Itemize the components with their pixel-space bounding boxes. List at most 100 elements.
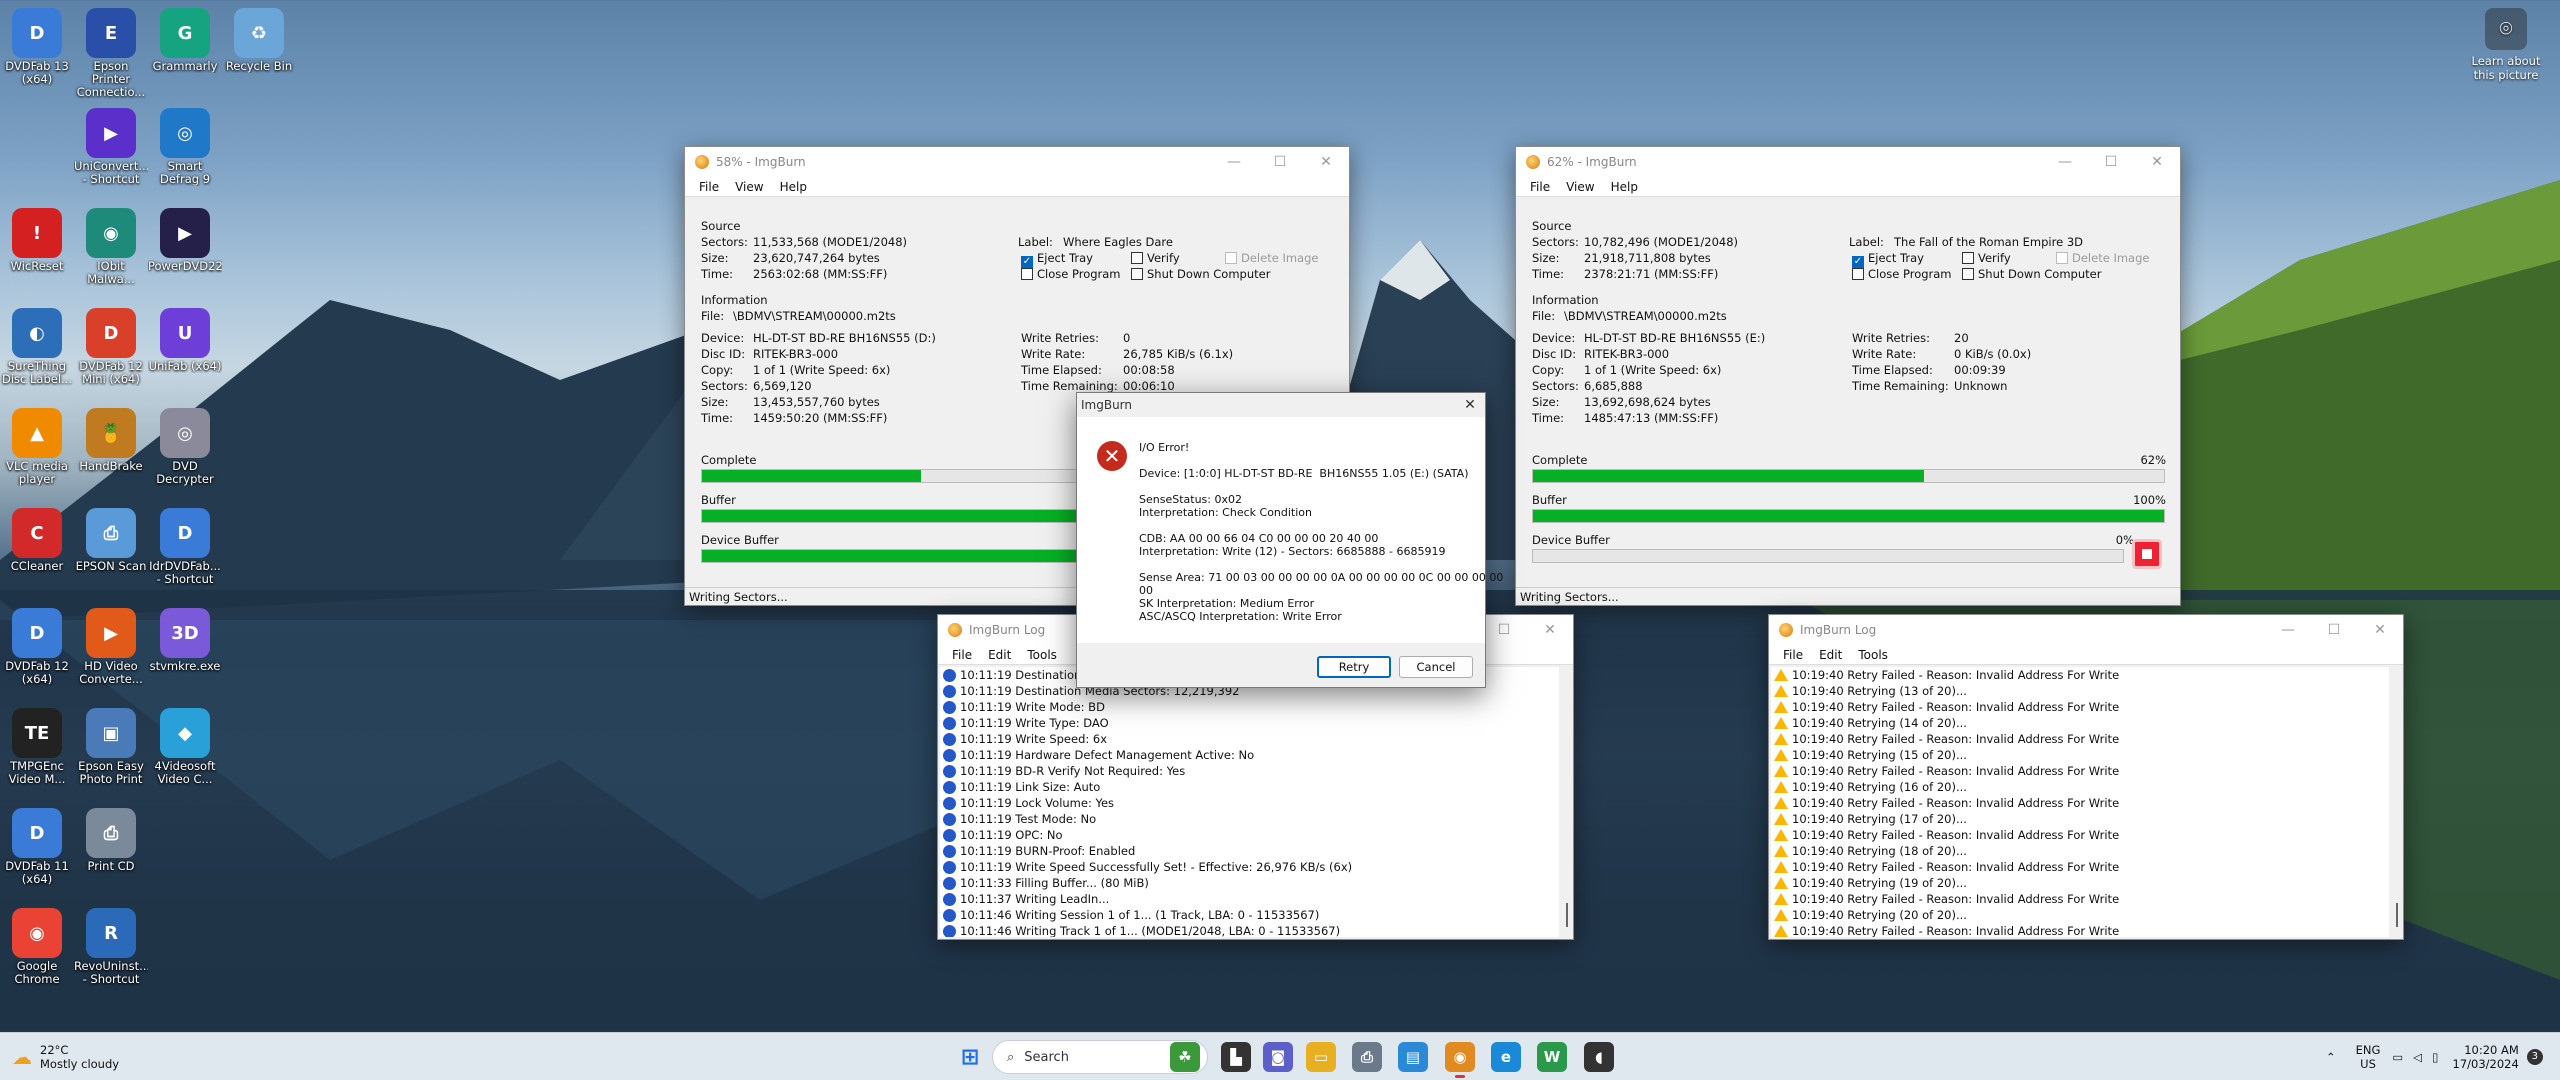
- file-explorer-icon[interactable]: ▭: [1306, 1042, 1336, 1072]
- weather-widget[interactable]: ☁ 22°C Mostly cloudy: [12, 1033, 119, 1080]
- dialog-close-icon[interactable]: ✕: [1455, 393, 1485, 417]
- menu-edit[interactable]: Edit: [1811, 648, 1850, 662]
- eject-tray-checkbox[interactable]: ✓ Eject Tray: [1021, 251, 1093, 268]
- eject-tray-checkbox[interactable]: ✓ Eject Tray: [1852, 251, 1924, 268]
- desktop-icon-recycle-bin[interactable]: ♻ Recycle Bin: [222, 4, 296, 100]
- menu-help[interactable]: Help: [772, 180, 815, 194]
- uniconverter-taskbar-icon[interactable]: W: [1537, 1042, 1567, 1072]
- warning-icon: [1774, 685, 1788, 697]
- log-list[interactable]: 10:11:19 Destination Media Type: BD-R (D…: [940, 667, 1559, 937]
- close-program-checkbox[interactable]: Close Program: [1852, 267, 1952, 281]
- menu-view[interactable]: View: [727, 180, 771, 194]
- close-icon[interactable]: ✕: [2357, 615, 2403, 645]
- minimize-icon[interactable]: —: [1211, 147, 1257, 177]
- log-line: 10:19:40 Retry Failed - Reason: Invalid …: [1771, 891, 2389, 907]
- menu-file[interactable]: File: [1522, 180, 1558, 194]
- close-icon[interactable]: ✕: [2134, 147, 2180, 177]
- maximize-icon[interactable]: ☐: [1257, 147, 1303, 177]
- io-error-dialog[interactable]: ImgBurn ✕ ✕ I/O Error! Device: [1:0:0] H…: [1076, 392, 1503, 688]
- imgburn-icon[interactable]: ◉: [1445, 1042, 1475, 1078]
- desktop-icon-dvdfab-mini[interactable]: D DVDFab 12 Mini (x64): [74, 304, 148, 400]
- audio-icon[interactable]: ◖: [1584, 1042, 1614, 1072]
- desktop-icon-stvmkre[interactable]: 3D stvmkre.exe: [148, 604, 222, 700]
- stop-icon[interactable]: [2132, 539, 2162, 569]
- desktop-icon-handbrake[interactable]: 🍍 HandBrake: [74, 404, 148, 500]
- desktop-icon-dvd-decrypter[interactable]: ◎ DVD Decrypter: [148, 404, 222, 500]
- start-icon[interactable]: ⊞: [955, 1042, 985, 1072]
- menu-file[interactable]: File: [691, 180, 727, 194]
- menu-tools[interactable]: Tools: [1019, 648, 1065, 662]
- epson-printer-icon: E: [86, 8, 136, 58]
- menu-file[interactable]: File: [1775, 648, 1811, 662]
- imgburn-log-window-2[interactable]: ImgBurn Log — ☐ ✕ File Edit Tools 10:19:40 Retr…: [1768, 614, 2404, 940]
- maximize-icon[interactable]: ☐: [2088, 147, 2134, 177]
- desktop-icon-tmpgenc[interactable]: TE TMPGEnc Video M...: [0, 704, 74, 800]
- learn-about-picture[interactable]: ⌾ Learn about this picture: [2466, 8, 2546, 82]
- desktop-icon-grammarly[interactable]: G Grammarly: [148, 4, 222, 100]
- close-icon[interactable]: ✕: [1527, 615, 1573, 645]
- desktop-icon-epson-photo[interactable]: ▣ Epson Easy Photo Print: [74, 704, 148, 800]
- minimize-icon[interactable]: —: [2265, 615, 2311, 645]
- desktop-icon-dvdfab[interactable]: D DVDFab 13 (x64): [0, 4, 74, 100]
- language-indicator[interactable]: ENG US: [2356, 1043, 2381, 1071]
- verify-checkbox[interactable]: Verify: [1131, 251, 1180, 265]
- desktop-icon-dvdfab12[interactable]: D DVDFab 12 (x64): [0, 604, 74, 700]
- desktop-icon-label: PowerDVD22: [148, 260, 222, 273]
- notification-badge[interactable]: 3: [2526, 1049, 2543, 1065]
- shut-down-checkbox[interactable]: Shut Down Computer: [1962, 267, 2101, 281]
- imgburn-window-2[interactable]: 62% - ImgBurn — ☐ ✕ File View Help Source Sector…: [1515, 146, 2181, 606]
- desktop-icon-surething[interactable]: ◐ SureThing Disc Label...: [0, 304, 74, 400]
- desktop-icon-ccleaner[interactable]: C CCleaner: [0, 504, 74, 600]
- battery-icon[interactable]: ▯: [2432, 1050, 2438, 1064]
- volume-icon[interactable]: ◁: [2413, 1050, 2422, 1064]
- printer-icon[interactable]: ⎙: [1352, 1042, 1382, 1072]
- desktop-icon-unifab[interactable]: U UniFab (x64): [148, 304, 222, 400]
- desktop-icon-print-cd[interactable]: ⎙ Print CD: [74, 804, 148, 900]
- dialog-message: I/O Error! Device: [1:0:0] HL-DT-ST BD-R…: [1139, 441, 1504, 623]
- log-scrollbar[interactable]: [2389, 667, 2403, 937]
- edge-icon[interactable]: e: [1491, 1042, 1521, 1072]
- desktop-icon-iobit-malware[interactable]: ◉ IObit Malwa...: [74, 204, 148, 300]
- retry-button[interactable]: Retry: [1317, 656, 1391, 678]
- shut-down-checkbox[interactable]: Shut Down Computer: [1131, 267, 1270, 281]
- minimize-icon[interactable]: —: [2042, 147, 2088, 177]
- iobit-malware-icon: ◉: [86, 208, 136, 258]
- buffer-progress: [1532, 509, 2165, 523]
- close-program-checkbox[interactable]: Close Program: [1021, 267, 1121, 281]
- photos-icon[interactable]: ▤: [1398, 1042, 1428, 1072]
- info-size-label: Size:: [701, 395, 729, 409]
- desktop-icon-powerdvd[interactable]: ▶ PowerDVD22: [148, 204, 222, 300]
- menu-file[interactable]: File: [944, 648, 980, 662]
- desktop-icon-uniconverter[interactable]: ▶ UniConvert... - Shortcut: [74, 104, 148, 200]
- desktop-icon-revo-uninstaller[interactable]: R RevoUninst... - Shortcut: [74, 904, 148, 1000]
- log-line: 10:11:19 Lock Volume: Yes: [940, 795, 1559, 811]
- menu-tools[interactable]: Tools: [1850, 648, 1896, 662]
- maximize-icon[interactable]: ☐: [2311, 615, 2357, 645]
- log-list[interactable]: 10:19:40 Retry Failed - Reason: Invalid …: [1771, 667, 2389, 937]
- desktop-icon-wicreset[interactable]: ! WicReset: [0, 204, 74, 300]
- desktop-icon-epson-printer[interactable]: E Epson Printer Connectio...: [74, 4, 148, 100]
- verify-checkbox[interactable]: Verify: [1962, 251, 2011, 265]
- menu-view[interactable]: View: [1558, 180, 1602, 194]
- desktop-icon-dvdfab-shortcut[interactable]: D IdrDVDFab... - Shortcut: [148, 504, 222, 600]
- log-text: 10:11:46 Writing Track 1 of 1... (MODE1/…: [960, 924, 1341, 937]
- log-text: 10:19:40 Retry Failed - Reason: Invalid …: [1792, 764, 2120, 778]
- widget-icon[interactable]: ☘: [1170, 1042, 1200, 1072]
- cancel-button[interactable]: Cancel: [1399, 656, 1473, 678]
- terminal-icon[interactable]: ▙: [1221, 1042, 1251, 1072]
- desktop-icon-vlc[interactable]: ▲ VLC media player: [0, 404, 74, 500]
- clock[interactable]: 10:20 AM 17/03/2024: [2453, 1043, 2519, 1071]
- menu-edit[interactable]: Edit: [980, 648, 1019, 662]
- network-icon[interactable]: ▭: [2392, 1050, 2403, 1064]
- log-scrollbar[interactable]: [1559, 667, 1573, 937]
- desktop-icon-dvdfab11[interactable]: D DVDFab 11 (x64): [0, 804, 74, 900]
- desktop-icon-chrome[interactable]: ◉ Google Chrome: [0, 904, 74, 1000]
- desktop-icon-smart-defrag[interactable]: ◎ Smart Defrag 9: [148, 104, 222, 200]
- chevron-up-icon[interactable]: ⌃: [2326, 1050, 2336, 1064]
- desktop-icon-epson-scan[interactable]: ⎙ EPSON Scan: [74, 504, 148, 600]
- teams-icon[interactable]: ◙: [1263, 1042, 1293, 1072]
- menu-help[interactable]: Help: [1603, 180, 1646, 194]
- close-icon[interactable]: ✕: [1303, 147, 1349, 177]
- desktop-icon-hd-video-converter[interactable]: ▶ HD Video Converte...: [74, 604, 148, 700]
- desktop-icon-4videosoft[interactable]: ◆ 4Videosoft Video C...: [148, 704, 222, 800]
